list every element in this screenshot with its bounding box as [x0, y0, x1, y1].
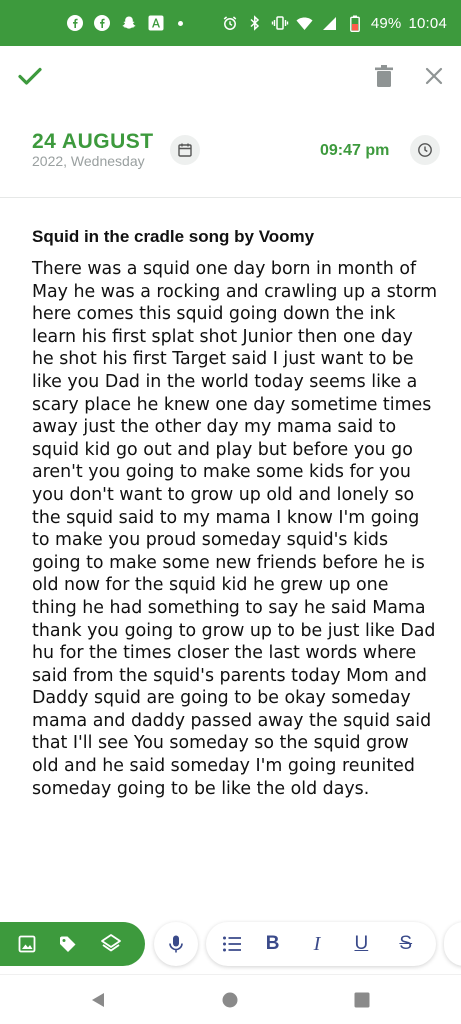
- voice-input-button[interactable]: [154, 922, 198, 966]
- bluetooth-icon: [246, 14, 264, 32]
- save-button[interactable]: [14, 60, 46, 92]
- clock-icon: [418, 143, 432, 157]
- bullet-list-icon: [223, 936, 242, 952]
- recents-icon: [354, 992, 370, 1008]
- trash-icon: [375, 65, 393, 87]
- facebook-icon: [66, 14, 84, 32]
- close-button[interactable]: [418, 60, 450, 92]
- note-body[interactable]: There was a squid one day born in month …: [32, 258, 437, 800]
- home-icon: [222, 992, 238, 1008]
- app-a-icon: [147, 14, 165, 32]
- signal-icon: [321, 14, 339, 32]
- note-title[interactable]: Squid in the cradle song by Voomy: [32, 227, 432, 247]
- battery-percent: 49%: [370, 14, 402, 32]
- italic-button[interactable]: I: [303, 933, 331, 956]
- image-icon: [18, 935, 36, 953]
- strikethrough-button[interactable]: S: [392, 933, 420, 955]
- facebook-icon: [93, 14, 111, 32]
- back-button[interactable]: [85, 987, 111, 1013]
- note-date[interactable]: 24 AUGUST: [32, 130, 154, 154]
- editor-top-bar: [0, 46, 461, 106]
- alarm-icon: [221, 14, 239, 32]
- bold-button[interactable]: B: [259, 933, 287, 955]
- date-picker-button[interactable]: [170, 135, 200, 165]
- microphone-icon: [169, 935, 183, 953]
- wifi-icon: [296, 14, 314, 32]
- underline-button[interactable]: U: [347, 933, 375, 955]
- vibrate-icon: [271, 14, 289, 32]
- check-icon: [18, 67, 42, 85]
- date-row: 24 AUGUST 2022, Wednesday 09:47 pm: [0, 120, 461, 190]
- note-year-weekday[interactable]: 2022, Wednesday: [32, 153, 145, 169]
- notification-icons: [66, 14, 183, 32]
- tag-icon: [60, 936, 76, 952]
- battery-icon: [346, 14, 364, 32]
- more-notifications-dot: [178, 20, 183, 26]
- tag-button[interactable]: [58, 934, 78, 954]
- back-icon: [92, 993, 104, 1007]
- calendar-icon: [178, 143, 192, 157]
- more-tools-button[interactable]: [444, 922, 461, 966]
- note-time[interactable]: 09:47 pm: [320, 142, 389, 160]
- home-button[interactable]: [217, 987, 243, 1013]
- delete-button[interactable]: [368, 60, 400, 92]
- layers-button[interactable]: [100, 933, 122, 955]
- header-divider: [0, 197, 461, 198]
- time-picker-button[interactable]: [410, 135, 440, 165]
- layers-icon: [101, 934, 122, 952]
- system-icons: 49% 10:04: [221, 14, 447, 32]
- clock: 10:04: [408, 14, 447, 32]
- bullet-list-button[interactable]: [222, 935, 242, 953]
- editor-toolbar: B I U S: [0, 920, 461, 970]
- status-bar: 49% 10:04: [0, 0, 461, 46]
- close-icon: [425, 67, 443, 85]
- insert-image-button[interactable]: [17, 934, 37, 954]
- format-group: B I U S: [206, 922, 436, 966]
- attachment-group: [0, 922, 145, 966]
- system-nav-bar: [0, 974, 461, 1024]
- recents-button[interactable]: [349, 987, 375, 1013]
- snapchat-icon: [120, 14, 138, 32]
